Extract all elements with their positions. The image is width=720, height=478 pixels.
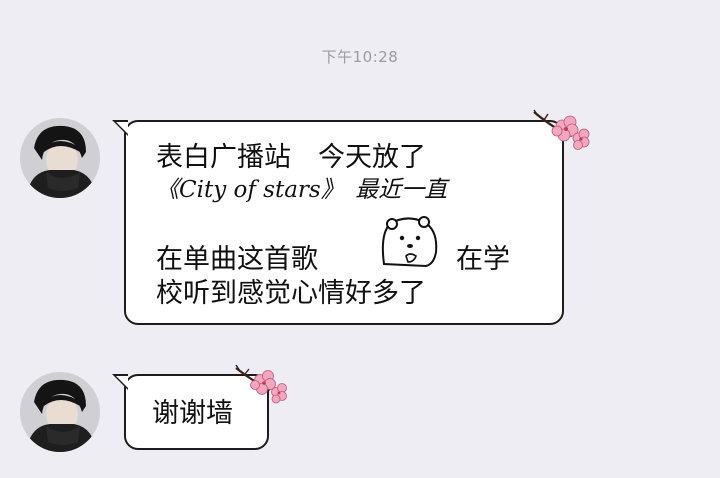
message-bubble[interactable]: 表白广播站 今天放了 《City of stars》 最近一直 在单曲这首歌 在… — [112, 109, 590, 325]
message-text-line: 表白广播站 今天放了 — [156, 142, 426, 173]
message-text-line: 谢谢墙 — [152, 398, 233, 429]
message-bubble[interactable]: 谢谢墙 — [112, 364, 287, 450]
timestamp: 下午10:28 — [321, 48, 399, 66]
polar-bear-emoji — [381, 216, 438, 268]
avatar[interactable] — [20, 372, 100, 452]
pink-flower-sticker — [533, 109, 590, 150]
message-text-line: 在单曲这首歌 — [156, 244, 318, 275]
avatar[interactable] — [20, 118, 100, 198]
message-text-line: 校听到感觉心情好多了 — [156, 278, 426, 309]
pink-flower-sticker — [235, 364, 287, 404]
message-text-line: 《City of stars》 最近一直 — [156, 177, 448, 203]
message-text-line: 在学 — [456, 244, 510, 275]
